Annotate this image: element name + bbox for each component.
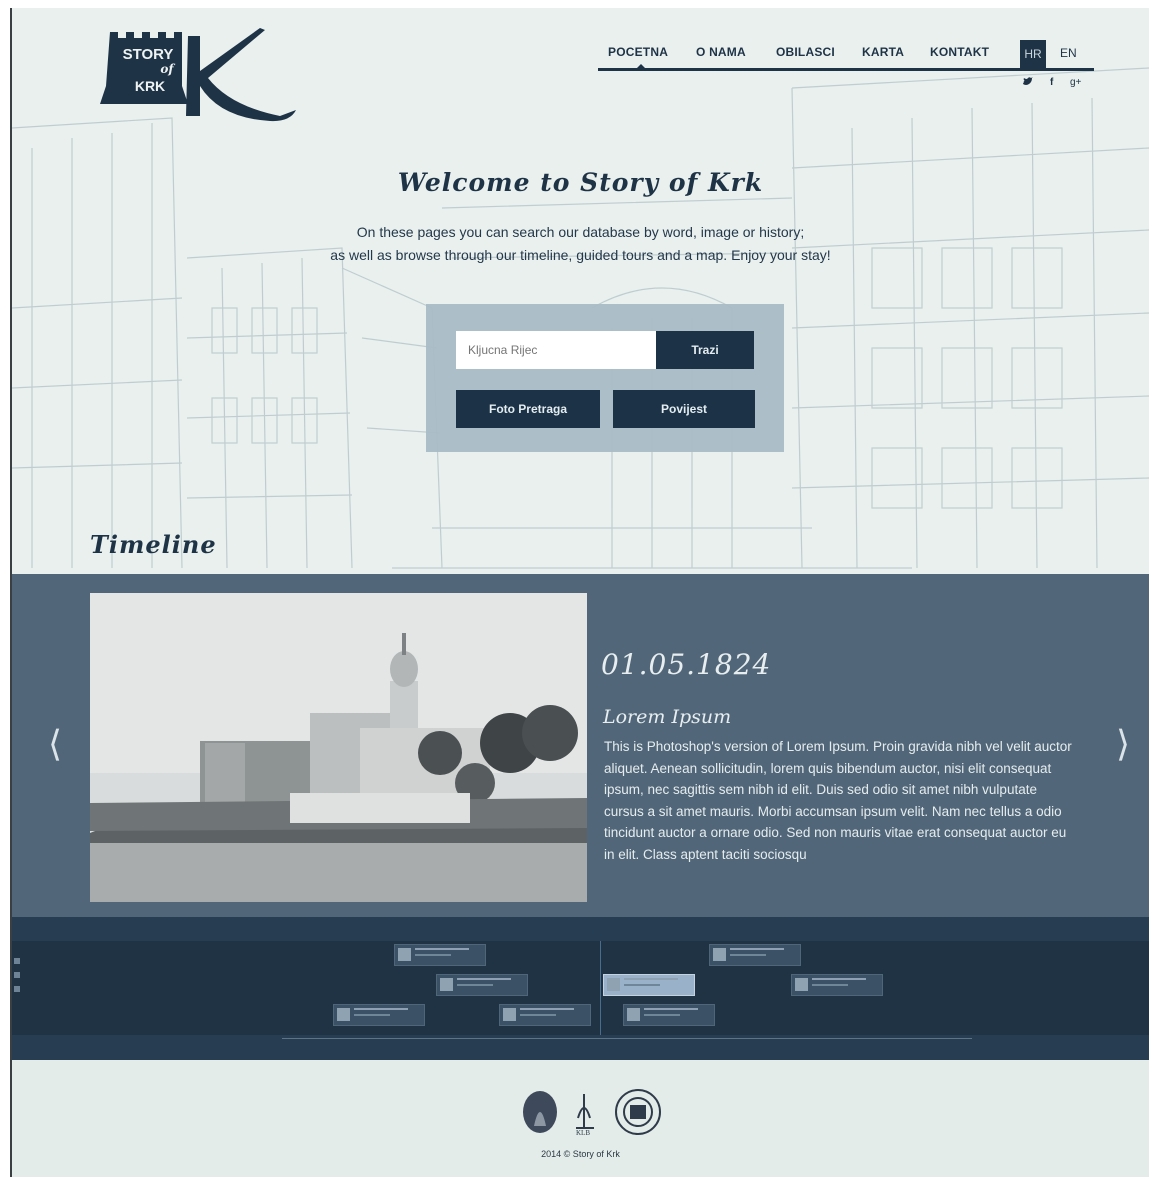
google-plus-icon[interactable]: g+	[1070, 77, 1081, 88]
timeline-item-body: This is Photoshop's version of Lorem Ips…	[604, 739, 1072, 862]
page-title: Welcome to Story of Krk	[397, 168, 764, 197]
nav-item-o-nama[interactable]: O NAMA	[696, 45, 746, 59]
timeline-event[interactable]	[436, 974, 528, 996]
timeline-axis	[282, 1038, 972, 1039]
partner-logos: KLB	[520, 1088, 670, 1138]
intro-line-2: as well as browse through our timeline, …	[330, 247, 831, 263]
timeline-heading: Timeline	[90, 530, 217, 559]
timeline-event-selected[interactable]	[603, 974, 695, 996]
timeline-item-title: Lorem Ipsum	[603, 706, 732, 728]
language-hr-button[interactable]: HR	[1020, 40, 1046, 68]
search-input[interactable]	[456, 331, 656, 369]
logo-line-of: of	[160, 62, 174, 76]
facebook-icon[interactable]: f	[1050, 77, 1053, 88]
timeline-event[interactable]	[623, 1004, 715, 1026]
twitter-icon[interactable]	[1023, 77, 1033, 90]
next-arrow-icon[interactable]: ⟩	[1116, 724, 1130, 765]
page-frame: STORY of KRK POCETNA O NAMA OBILASCI KAR…	[10, 8, 1149, 1177]
intro-line-1: On these pages you can search our databa…	[356, 224, 805, 240]
nav-item-kontakt[interactable]: KONTAKT	[930, 45, 989, 59]
timeline-event[interactable]	[333, 1004, 425, 1026]
language-en-button[interactable]: EN	[1060, 46, 1077, 60]
logo-line-krk: KRK	[134, 78, 166, 94]
logo-line-story: STORY	[122, 46, 174, 63]
search-panel	[426, 304, 784, 452]
nav-item-karta[interactable]: KARTA	[862, 45, 904, 59]
timeline-event[interactable]	[394, 944, 486, 966]
timeline-date: 01.05.1824	[601, 648, 772, 681]
nav-item-obilasci[interactable]: OBILASCI	[776, 45, 835, 59]
search-button[interactable]: Trazi	[656, 331, 754, 369]
timeline-event[interactable]	[791, 974, 883, 996]
story-of-krk-logo[interactable]: STORY of KRK	[100, 26, 300, 131]
copyright-text: 2014 © Story of Krk	[541, 1149, 620, 1159]
timeline-zoom-controls[interactable]	[14, 958, 22, 1006]
history-button[interactable]: Povijest	[613, 390, 755, 428]
nav-item-pocetna[interactable]: POCETNA	[608, 45, 668, 59]
timeline-event[interactable]	[709, 944, 801, 966]
timeline-current-marker	[600, 941, 601, 1035]
photo-search-button[interactable]: Foto Pretraga	[456, 390, 600, 428]
nav-active-indicator	[637, 64, 645, 68]
timeline-event[interactable]	[499, 1004, 591, 1026]
svg-text:KLB: KLB	[576, 1129, 590, 1137]
nav-underline	[598, 68, 1094, 71]
timeline-photo	[90, 593, 587, 902]
prev-arrow-icon[interactable]: ⟨	[48, 724, 62, 765]
